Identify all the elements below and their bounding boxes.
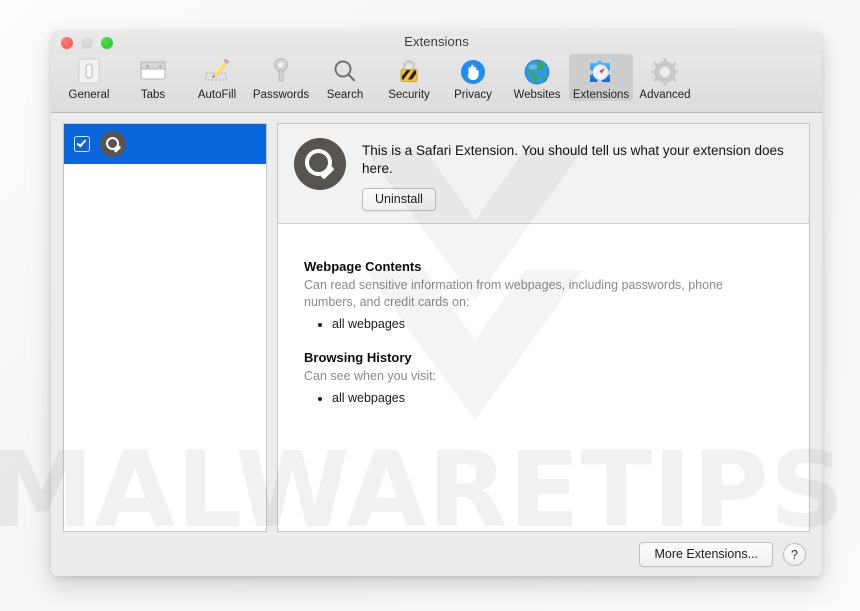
privacy-icon (457, 56, 489, 88)
magnifier-icon (294, 138, 346, 190)
help-button[interactable]: ? (783, 543, 806, 566)
preferences-content: This is a Safari Extension. You should t… (51, 113, 822, 532)
tab-general[interactable]: General (57, 54, 121, 101)
websites-icon (521, 56, 553, 88)
tab-tabs-label: Tabs (140, 89, 166, 101)
uninstall-button[interactable]: Uninstall (362, 187, 436, 211)
permission-description: Can see when you visit: (304, 369, 437, 384)
permission-title: Webpage Contents (304, 258, 422, 274)
tab-search-label: Search (326, 89, 364, 101)
permission-scope-list: all webpages (304, 389, 809, 408)
tab-advanced[interactable]: Advanced (633, 54, 697, 101)
svg-text:×: × (146, 64, 150, 70)
security-icon (393, 56, 425, 88)
tab-extensions[interactable]: Extensions (569, 54, 633, 101)
tab-security-label: Security (388, 89, 430, 101)
list-item: all webpages (332, 315, 809, 334)
extension-detail-panel: This is a Safari Extension. You should t… (277, 123, 810, 532)
permission-title: Browsing History (304, 350, 412, 366)
extension-enabled-checkbox[interactable] (74, 136, 90, 152)
page-background: Extensions General × + Tabs AutoFill Pas… (0, 0, 860, 611)
tab-websites[interactable]: Websites (505, 54, 569, 101)
tabs-icon: × + (137, 56, 169, 88)
magnifier-icon (100, 131, 126, 157)
list-item: all webpages (332, 389, 809, 408)
autofill-icon (201, 56, 233, 88)
tab-passwords-label: Passwords (252, 89, 310, 101)
tab-search[interactable]: Search (313, 54, 377, 101)
extensions-list[interactable] (63, 123, 267, 532)
tab-tabs[interactable]: × + Tabs (121, 54, 185, 101)
list-item[interactable] (64, 124, 266, 164)
window-title: Extensions (404, 34, 469, 49)
extensions-icon (585, 56, 617, 88)
permission-block-browsing-history: Browsing History Can see when you visit:… (304, 350, 809, 408)
tab-websites-label: Websites (513, 89, 561, 101)
tab-security[interactable]: Security (377, 54, 441, 101)
tab-privacy[interactable]: Privacy (441, 54, 505, 101)
extension-description: This is a Safari Extension. You should t… (362, 143, 784, 176)
extension-permissions: Webpage Contents Can read sensitive info… (278, 224, 809, 531)
window-titlebar: Extensions (51, 30, 822, 54)
permission-block-webpage-contents: Webpage Contents Can read sensitive info… (304, 259, 809, 334)
preferences-toolbar: General × + Tabs AutoFill Passwords Sear… (51, 54, 822, 113)
tab-extensions-label: Extensions (572, 89, 630, 101)
permission-scope-list: all webpages (304, 315, 809, 334)
tab-autofill[interactable]: AutoFill (185, 54, 249, 101)
tab-advanced-label: Advanced (639, 89, 691, 101)
tab-passwords[interactable]: Passwords (249, 54, 313, 101)
permission-description: Can read sensitive information from webp… (304, 277, 723, 309)
window-footer: More Extensions... ? (51, 532, 822, 576)
safari-preferences-window: Extensions General × + Tabs AutoFill Pas… (51, 30, 822, 576)
tab-general-label: General (68, 89, 110, 101)
advanced-icon (649, 56, 681, 88)
passwords-icon (265, 56, 297, 88)
tab-autofill-label: AutoFill (197, 89, 237, 101)
tab-privacy-label: Privacy (454, 89, 492, 101)
more-extensions-button[interactable]: More Extensions... (639, 542, 773, 567)
general-icon (73, 56, 105, 88)
svg-text:+: + (158, 64, 162, 70)
extension-detail-header: This is a Safari Extension. You should t… (278, 124, 809, 224)
search-icon (329, 56, 361, 88)
